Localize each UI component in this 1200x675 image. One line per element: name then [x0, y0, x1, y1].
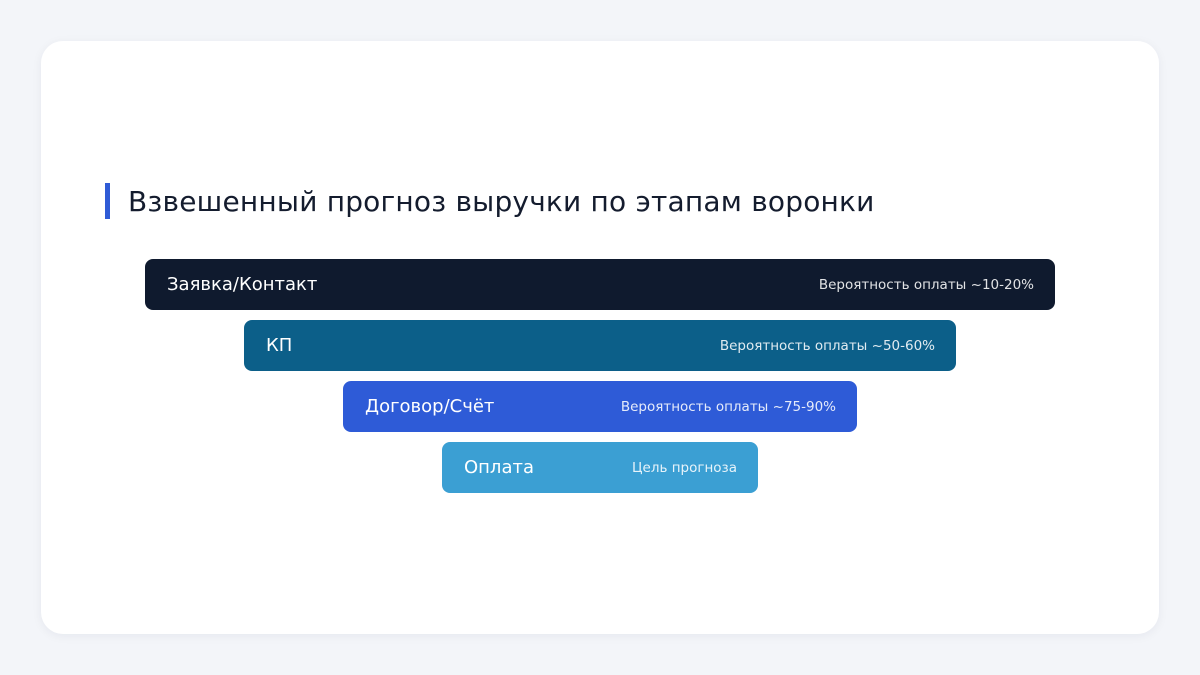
funnel-stage-proposal: КП Вероятность оплаты ~50-60% — [244, 320, 956, 371]
stage-label: Оплата — [464, 457, 534, 478]
stage-label: КП — [266, 335, 293, 356]
stage-goal: Цель прогноза — [632, 459, 737, 476]
stage-label: Заявка/Контакт — [167, 274, 318, 295]
funnel-stage-contract: Договор/Счёт Вероятность оплаты ~75-90% — [343, 381, 857, 432]
stage-probability: Вероятность оплаты ~75-90% — [620, 398, 836, 415]
stage-probability: Вероятность оплаты ~10-20% — [818, 276, 1034, 293]
stage-probability: Вероятность оплаты ~50-60% — [719, 337, 935, 354]
funnel-stage-payment: Оплата Цель прогноза — [442, 442, 758, 493]
slide-card: Взвешенный прогноз выручки по этапам вор… — [41, 41, 1159, 634]
funnel-stage-lead: Заявка/Контакт Вероятность оплаты ~10-20… — [145, 259, 1055, 310]
stage-label: Договор/Счёт — [365, 396, 495, 417]
funnel-diagram: Заявка/Контакт Вероятность оплаты ~10-20… — [41, 41, 1159, 634]
